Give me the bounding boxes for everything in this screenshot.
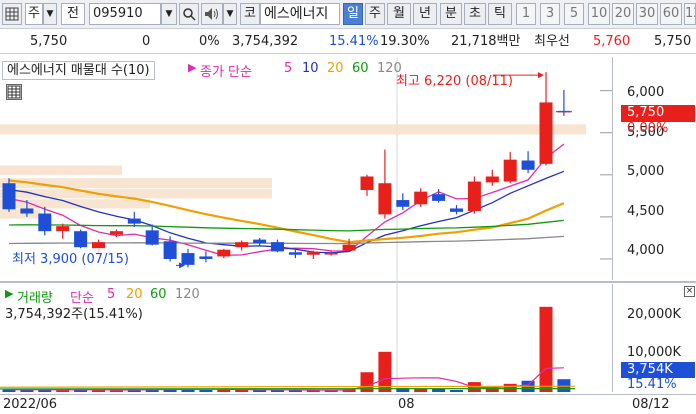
high-annotation: 최고 6,220 (08/11) [396,74,514,89]
date-label: 2022/06 [3,397,58,412]
candle-body [306,252,320,255]
candle-body [271,242,284,252]
price-tick: 4,500 [627,204,665,219]
current-volume-axis-label: 3,754K [627,362,673,377]
candle-body [432,194,446,201]
candle-body [181,253,195,265]
candle-body [109,231,123,235]
volume-ma20-label: 20 [126,287,143,302]
date-label: 08 [398,397,415,412]
ma5-label: 5 [284,61,293,76]
price-tick: 4,000 [627,243,665,258]
candle-body [20,208,34,214]
date-axis [0,394,696,414]
volume-bar [109,390,123,392]
candle-body [324,253,338,255]
volume-bar [235,389,249,392]
price-tick: 5,000 [627,164,665,179]
volume-bar [450,389,463,392]
volume-ma5-label: 5 [107,287,116,302]
volume-bar [539,306,553,392]
volume-legend-marker-icon: ▶ [5,287,14,300]
volume-profile-bar [0,165,122,175]
candle-body [450,208,463,212]
candle-body [56,226,70,232]
candle-body [485,176,499,183]
legend-marker-icon: ▶ [188,61,197,74]
ma20-label: 20 [327,61,344,76]
candle-body [288,252,302,255]
volume-value-line: 3,754,392주(15.41%) [5,307,143,322]
current-volume-rate-label: 15.41% [627,377,677,392]
candle-body [127,218,141,224]
price-legend: 에스에너지 매물대 수(10) [2,61,155,80]
candle-body [38,213,52,232]
current-price-axis-label: 5,750 [627,105,665,120]
volume-ma60-label: 60 [150,287,167,302]
volume-profile-bar [0,209,40,219]
low-annotation: 최저 3,900 (07/15) [12,248,130,267]
price-tick: 6,000 [627,85,665,100]
price-legend-title: 에스에너지 매물대 수(10) [7,63,150,78]
candle-body [74,231,88,248]
candle-body [396,200,410,207]
candle-body [378,183,392,215]
candle-body [235,242,249,248]
volume-bar [432,388,446,392]
volume-tick: 20,000K [627,307,682,322]
current-change-axis-label: 0.00% [627,121,669,136]
candle-body [414,191,428,205]
candle-body [360,176,374,190]
volume-bar [217,389,231,392]
candle-body [467,181,481,211]
candle-body [2,183,16,210]
volume-ma120-label: 120 [175,287,200,302]
volume-bar [503,383,517,392]
candle-body [521,160,535,170]
volume-tick: 10,000K [627,345,682,360]
ma60-label: 60 [352,61,369,76]
volume-bar [199,389,213,392]
candle-body [199,256,213,259]
volume-bar [56,390,70,392]
ma-type-label: 종가 단순 [200,65,252,80]
candle-body [253,239,267,243]
data-table-icon[interactable] [6,84,22,100]
candle-body [217,249,231,257]
panel-close-icon[interactable]: × [684,286,695,297]
volume-bar [288,390,302,392]
candle-body [342,244,356,251]
candle-body [503,159,517,182]
candle-body [163,241,177,259]
date-label: 08/12 [632,397,670,412]
volume-bar [557,379,571,392]
high-arrowhead-icon [538,72,544,79]
ma10-label: 10 [302,61,319,76]
candle-body [145,230,159,245]
candle-body [539,102,553,164]
volume-profile-bar [0,124,586,135]
volume-profile-bar [0,189,272,199]
